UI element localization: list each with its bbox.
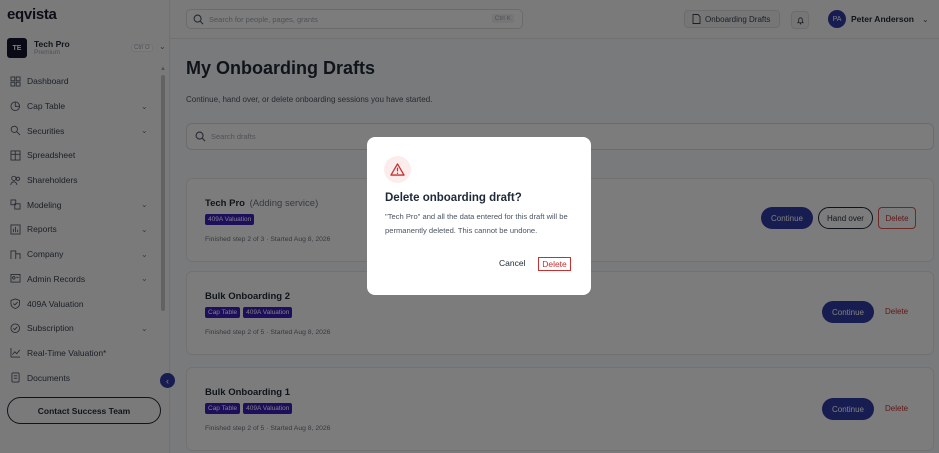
dialog-title: Delete onboarding draft? [385, 192, 522, 204]
warning-icon [384, 156, 411, 183]
delete-draft-dialog: Delete onboarding draft? "Tech Pro" and … [367, 137, 591, 295]
confirm-delete-button[interactable]: Delete [538, 257, 571, 271]
cancel-button[interactable]: Cancel [499, 258, 525, 268]
dialog-message: "Tech Pro" and all the data entered for … [385, 212, 568, 235]
